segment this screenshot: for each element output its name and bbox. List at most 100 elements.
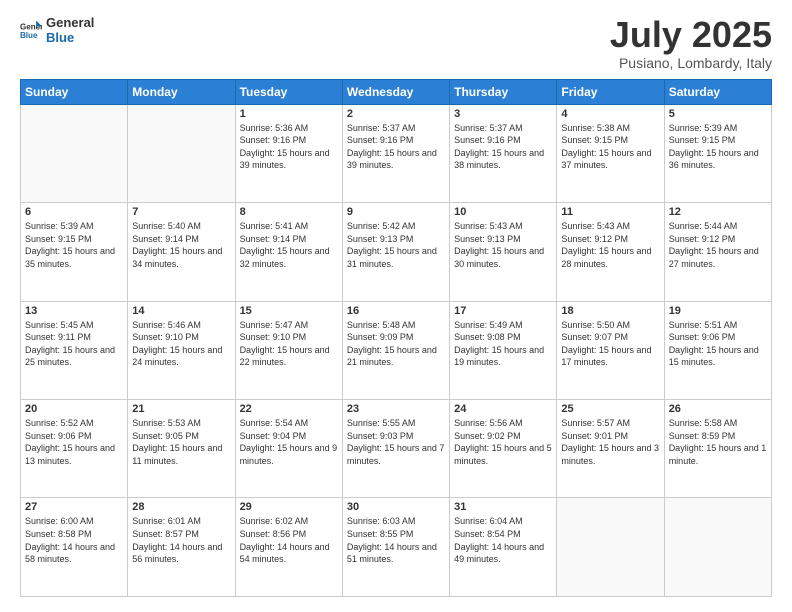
day-number: 25 — [561, 403, 659, 415]
calendar-cell: 12 Sunrise: 5:44 AMSunset: 9:12 PMDayligh… — [664, 203, 771, 301]
day-number: 27 — [25, 501, 123, 513]
calendar-cell: 28Sunrise: 6:01 AMSunset: 8:57 PMDayligh… — [128, 498, 235, 597]
logo-blue-text: Blue — [46, 30, 94, 45]
calendar-cell: 4 Sunrise: 5:38 AMSunset: 9:15 PMDaylight… — [557, 104, 664, 202]
day-number: 13 — [25, 305, 123, 317]
day-number: 9 — [347, 206, 445, 218]
cell-info: Sunrise: 5:52 AMSunset: 9:06 PMDaylight:… — [25, 417, 123, 467]
calendar-cell: 2Sunrise: 5:37 AMSunset: 9:16 PMDaylight… — [342, 104, 449, 202]
calendar-cell: 11Sunrise: 5:43 AMSunset: 9:12 PMDayligh… — [557, 203, 664, 301]
day-number: 12 — [669, 206, 767, 218]
cell-info: Sunrise: 5:58 AMSunset: 8:59 PMDaylight:… — [669, 417, 767, 467]
calendar-cell: 19 Sunrise: 5:51 AMSunset: 9:06 PMDayligh… — [664, 301, 771, 399]
cell-info: Sunrise: 5:48 AMSunset: 9:09 PMDaylight:… — [347, 319, 445, 369]
day-number: 15 — [240, 305, 338, 317]
day-header-friday: Friday — [557, 79, 664, 104]
cell-info: Sunrise: 5:43 AMSunset: 9:13 PMDaylight:… — [454, 220, 552, 270]
calendar-cell: 30Sunrise: 6:03 AMSunset: 8:55 PMDayligh… — [342, 498, 449, 597]
cell-info: Sunrise: 5:51 AMSunset: 9:06 PMDaylight:… — [669, 319, 767, 369]
day-number: 19 — [669, 305, 767, 317]
cell-info: Sunrise: 6:00 AMSunset: 8:58 PMDaylight:… — [25, 515, 123, 565]
calendar-week-2: 6 Sunrise: 5:39 AMSunset: 9:15 PMDaylight… — [21, 203, 772, 301]
day-number: 8 — [240, 206, 338, 218]
calendar-cell: 6 Sunrise: 5:39 AMSunset: 9:15 PMDaylight… — [21, 203, 128, 301]
cell-info: Sunrise: 5:56 AMSunset: 9:02 PMDaylight:… — [454, 417, 552, 467]
calendar-body: 1Sunrise: 5:36 AMSunset: 9:16 PMDaylight… — [21, 104, 772, 596]
day-number: 30 — [347, 501, 445, 513]
calendar-cell: 8Sunrise: 5:41 AMSunset: 9:14 PMDaylight… — [235, 203, 342, 301]
calendar-table: SundayMondayTuesdayWednesdayThursdayFrid… — [20, 79, 772, 597]
cell-info: Sunrise: 5:38 AMSunset: 9:15 PMDaylight:… — [561, 122, 659, 172]
cell-info: Sunrise: 5:54 AMSunset: 9:04 PMDaylight:… — [240, 417, 338, 467]
day-number: 3 — [454, 108, 552, 120]
calendar-cell — [664, 498, 771, 597]
day-header-sunday: Sunday — [21, 79, 128, 104]
calendar-cell: 18 Sunrise: 5:50 AMSunset: 9:07 PMDayligh… — [557, 301, 664, 399]
calendar-cell: 14 Sunrise: 5:46 AMSunset: 9:10 PMDayligh… — [128, 301, 235, 399]
day-number: 24 — [454, 403, 552, 415]
cell-info: Sunrise: 5:44 AMSunset: 9:12 PMDaylight:… — [669, 220, 767, 270]
calendar-cell: 24 Sunrise: 5:56 AMSunset: 9:02 PMDayligh… — [450, 400, 557, 498]
location: Pusiano, Lombardy, Italy — [610, 55, 772, 71]
calendar-cell: 1Sunrise: 5:36 AMSunset: 9:16 PMDaylight… — [235, 104, 342, 202]
cell-info: Sunrise: 5:50 AMSunset: 9:07 PMDaylight:… — [561, 319, 659, 369]
calendar-week-4: 20Sunrise: 5:52 AMSunset: 9:06 PMDayligh… — [21, 400, 772, 498]
day-number: 26 — [669, 403, 767, 415]
cell-info: Sunrise: 5:39 AMSunset: 9:15 PMDaylight:… — [669, 122, 767, 172]
day-number: 16 — [347, 305, 445, 317]
day-number: 5 — [669, 108, 767, 120]
calendar-week-3: 13 Sunrise: 5:45 AMSunset: 9:11 PMDayligh… — [21, 301, 772, 399]
day-number: 18 — [561, 305, 659, 317]
day-header-tuesday: Tuesday — [235, 79, 342, 104]
calendar-cell: 3 Sunrise: 5:37 AMSunset: 9:16 PMDaylight… — [450, 104, 557, 202]
month-title: July 2025 — [610, 15, 772, 55]
day-header-monday: Monday — [128, 79, 235, 104]
cell-info: Sunrise: 5:57 AMSunset: 9:01 PMDaylight:… — [561, 417, 659, 467]
calendar-cell: 16 Sunrise: 5:48 AMSunset: 9:09 PMDayligh… — [342, 301, 449, 399]
cell-info: Sunrise: 5:47 AMSunset: 9:10 PMDaylight:… — [240, 319, 338, 369]
day-number: 21 — [132, 403, 230, 415]
calendar-cell: 7Sunrise: 5:40 AMSunset: 9:14 PMDaylight… — [128, 203, 235, 301]
cell-info: Sunrise: 5:45 AMSunset: 9:11 PMDaylight:… — [25, 319, 123, 369]
calendar-cell: 10 Sunrise: 5:43 AMSunset: 9:13 PMDayligh… — [450, 203, 557, 301]
day-number: 11 — [561, 206, 659, 218]
calendar-cell: 23 Sunrise: 5:55 AMSunset: 9:03 PMDayligh… — [342, 400, 449, 498]
cell-info: Sunrise: 5:42 AMSunset: 9:13 PMDaylight:… — [347, 220, 445, 270]
calendar-cell — [21, 104, 128, 202]
cell-info: Sunrise: 6:01 AMSunset: 8:57 PMDaylight:… — [132, 515, 230, 565]
day-number: 22 — [240, 403, 338, 415]
day-number: 29 — [240, 501, 338, 513]
cell-info: Sunrise: 5:39 AMSunset: 9:15 PMDaylight:… — [25, 220, 123, 270]
cell-info: Sunrise: 5:55 AMSunset: 9:03 PMDaylight:… — [347, 417, 445, 467]
cell-info: Sunrise: 6:02 AMSunset: 8:56 PMDaylight:… — [240, 515, 338, 565]
calendar-cell: 27 Sunrise: 6:00 AMSunset: 8:58 PMDayligh… — [21, 498, 128, 597]
calendar-header-row: SundayMondayTuesdayWednesdayThursdayFrid… — [21, 79, 772, 104]
cell-info: Sunrise: 5:37 AMSunset: 9:16 PMDaylight:… — [347, 122, 445, 172]
calendar-cell: 17Sunrise: 5:49 AMSunset: 9:08 PMDayligh… — [450, 301, 557, 399]
cell-info: Sunrise: 5:40 AMSunset: 9:14 PMDaylight:… — [132, 220, 230, 270]
header: General Blue General Blue July 2025 Pusi… — [20, 15, 772, 71]
title-block: July 2025 Pusiano, Lombardy, Italy — [610, 15, 772, 71]
calendar-cell: 29 Sunrise: 6:02 AMSunset: 8:56 PMDayligh… — [235, 498, 342, 597]
logo: General Blue General Blue — [20, 15, 94, 45]
day-number: 10 — [454, 206, 552, 218]
calendar-cell: 13 Sunrise: 5:45 AMSunset: 9:11 PMDayligh… — [21, 301, 128, 399]
day-number: 31 — [454, 501, 552, 513]
calendar-cell: 21Sunrise: 5:53 AMSunset: 9:05 PMDayligh… — [128, 400, 235, 498]
cell-info: Sunrise: 5:36 AMSunset: 9:16 PMDaylight:… — [240, 122, 338, 172]
logo-general-text: General — [46, 15, 94, 30]
calendar-cell: 26 Sunrise: 5:58 AMSunset: 8:59 PMDayligh… — [664, 400, 771, 498]
day-number: 23 — [347, 403, 445, 415]
cell-info: Sunrise: 5:46 AMSunset: 9:10 PMDaylight:… — [132, 319, 230, 369]
cell-info: Sunrise: 6:04 AMSunset: 8:54 PMDaylight:… — [454, 515, 552, 565]
day-number: 6 — [25, 206, 123, 218]
cell-info: Sunrise: 5:37 AMSunset: 9:16 PMDaylight:… — [454, 122, 552, 172]
svg-text:Blue: Blue — [20, 31, 38, 40]
day-number: 4 — [561, 108, 659, 120]
calendar-cell — [128, 104, 235, 202]
calendar-cell: 20Sunrise: 5:52 AMSunset: 9:06 PMDayligh… — [21, 400, 128, 498]
calendar-page: General Blue General Blue July 2025 Pusi… — [0, 0, 792, 612]
day-header-thursday: Thursday — [450, 79, 557, 104]
day-number: 14 — [132, 305, 230, 317]
calendar-cell — [557, 498, 664, 597]
